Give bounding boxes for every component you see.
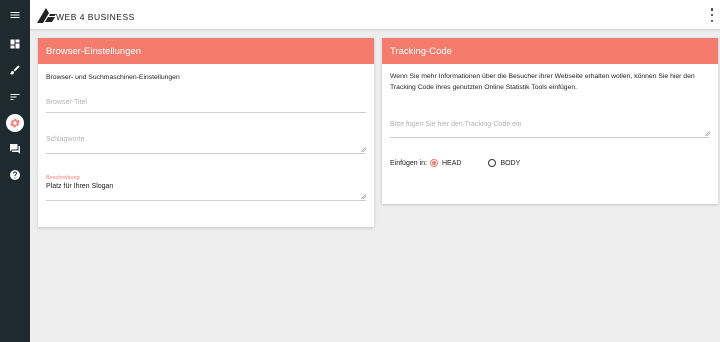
dashboard-icon (10, 39, 20, 49)
brand-logo[interactable]: WEB 4 BUSINESS (35, 6, 135, 24)
more-vert-icon[interactable] (708, 8, 716, 22)
option-head[interactable]: HEAD (429, 159, 462, 167)
resize-handle-icon[interactable] (705, 131, 710, 136)
option-body-label: BODY (500, 159, 521, 167)
settings-icon (10, 118, 20, 128)
browser-title-field[interactable]: Browser-Titel (46, 99, 366, 113)
card-intro: Wenn Sie mehr Informationen über die Bes… (390, 73, 695, 91)
sidebar-item-sort[interactable] (0, 86, 30, 108)
radio-head[interactable] (429, 159, 438, 167)
browser-settings-card: Browser-Einstellungen Browser- und Suchm… (38, 38, 374, 227)
browser-title-placeholder: Browser-Titel (46, 99, 87, 106)
sidebar-item-dashboard[interactable] (0, 33, 30, 55)
tracking-code-field[interactable]: Bitte fügen Sie hier den Tracking-Code e… (390, 121, 710, 138)
help-icon (10, 170, 20, 180)
brand-name: WEB 4 BUSINESS (56, 12, 135, 22)
sidebar (0, 0, 30, 342)
description-value: Platz für Ihren Slogan (46, 183, 114, 190)
sidebar-item-menu[interactable] (0, 4, 30, 26)
tracking-code-placeholder: Bitte fügen Sie hier den Tracking-Code e… (390, 121, 522, 128)
top-bar: WEB 4 BUSINESS (30, 0, 720, 30)
sidebar-item-help[interactable] (0, 164, 30, 186)
sort-icon (10, 94, 20, 100)
tracking-code-card: Tracking-Code Wenn Sie mehr Informatione… (382, 38, 718, 204)
insert-location-group: Einfügen in: HEAD BODY (390, 159, 520, 167)
card-title: Tracking-Code (382, 38, 718, 64)
option-body[interactable]: BODY (488, 159, 520, 167)
card-intro: Browser- und Suchmaschinen-Einstellungen (46, 74, 180, 81)
description-field[interactable]: Beschreibung Platz für Ihren Slogan (46, 175, 366, 201)
sidebar-item-chat[interactable] (0, 138, 30, 160)
insert-label: Einfügen in: (390, 159, 427, 167)
chat-icon (10, 144, 20, 154)
sidebar-item-design[interactable] (0, 59, 30, 81)
radio-body[interactable] (488, 159, 497, 167)
description-label: Beschreibung (46, 175, 80, 181)
brush-icon (10, 65, 20, 75)
resize-handle-icon[interactable] (361, 147, 366, 152)
resize-handle-icon[interactable] (361, 194, 366, 199)
keywords-field[interactable]: Schlagworte (46, 136, 366, 154)
option-head-label: HEAD (441, 159, 462, 167)
menu-icon (10, 12, 20, 18)
sidebar-item-settings[interactable] (0, 112, 30, 134)
keywords-placeholder: Schlagworte (46, 136, 85, 143)
card-title: Browser-Einstellungen (38, 38, 374, 64)
logo-mark-icon (37, 8, 56, 23)
